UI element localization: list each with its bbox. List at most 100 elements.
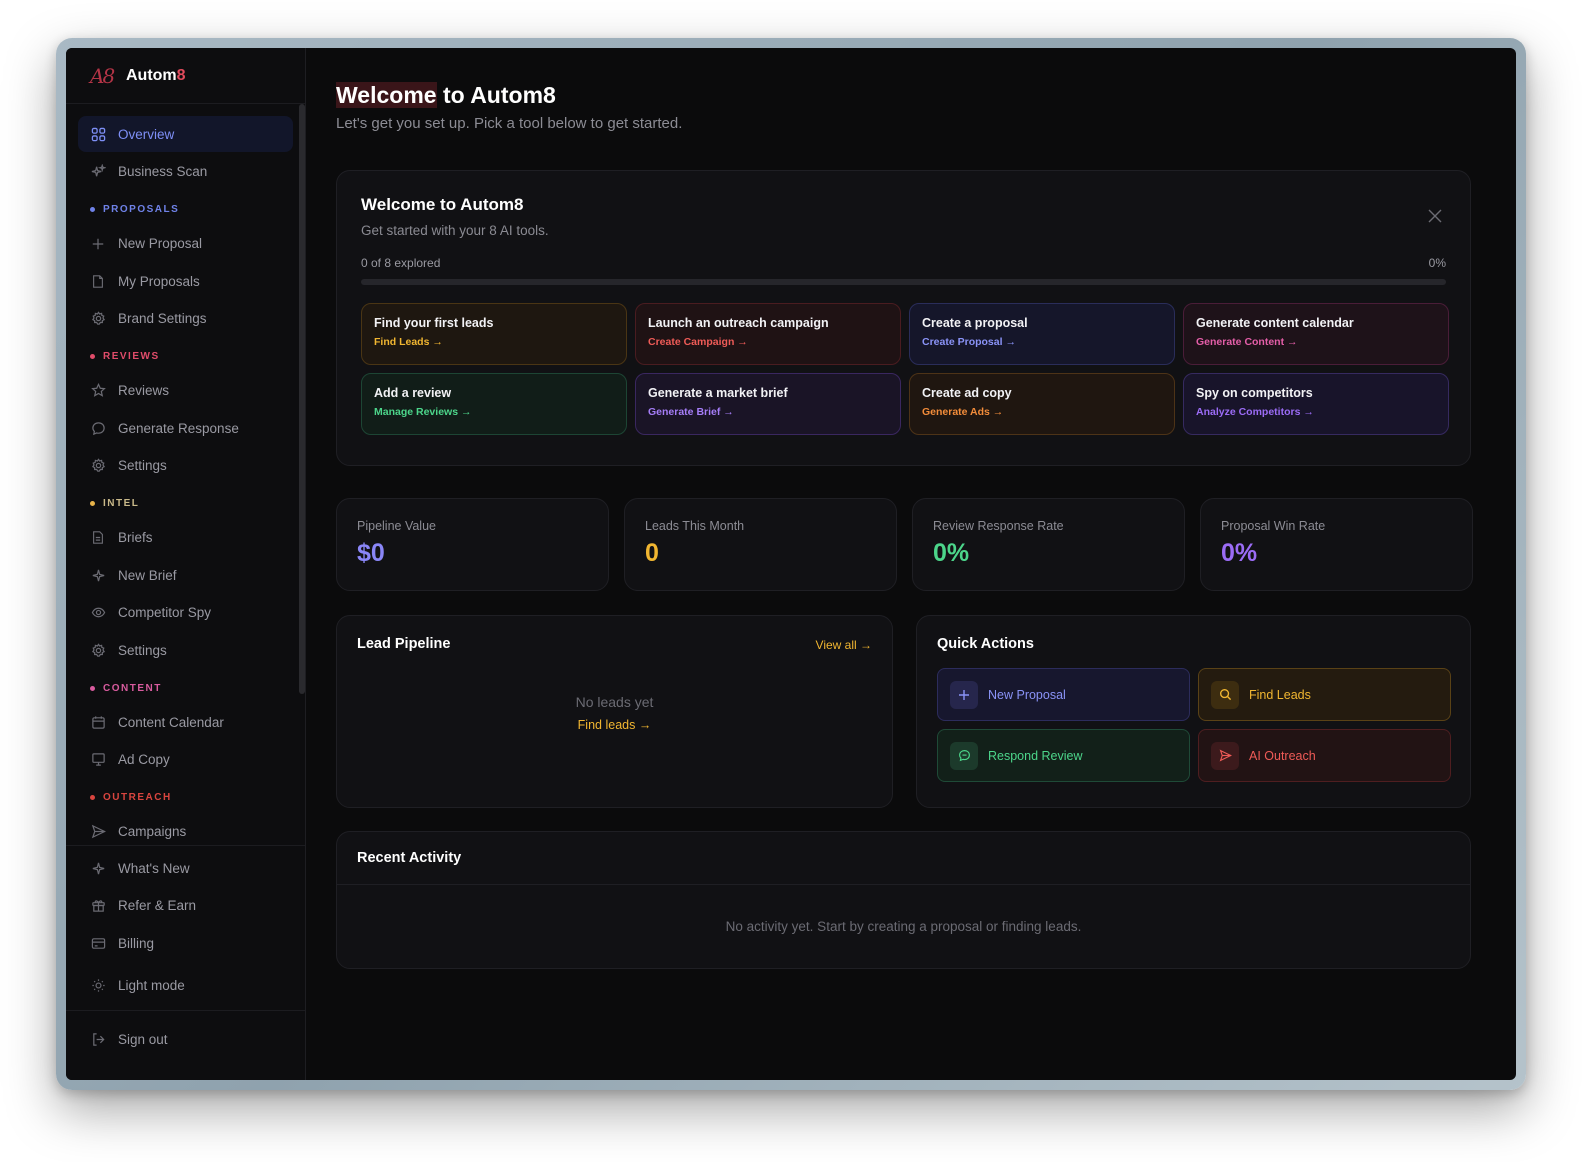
sidebar-item-label: Brand Settings — [118, 311, 207, 326]
tile-content-calendar[interactable]: Generate content calendar Generate Conte… — [1183, 303, 1449, 365]
view-all-link[interactable]: View all → — [816, 638, 872, 652]
section-label-reviews: REVIEWS — [78, 341, 293, 373]
quick-action-label: Respond Review — [988, 748, 1083, 763]
sidebar-item-label: New Brief — [118, 567, 177, 583]
sidebar-item-label: Overview — [118, 126, 175, 142]
tile-market-brief[interactable]: Generate a market brief Generate Brief → — [635, 373, 901, 435]
sidebar-item-label: Refer & Earn — [118, 898, 197, 913]
empty-state-text: No activity yet. Start by creating a pro… — [725, 919, 1082, 934]
sidebar-item-new-brief[interactable]: New Brief — [78, 557, 293, 593]
sidebar-item-label: Settings — [118, 642, 167, 658]
sidebar-item-brand-settings[interactable]: Brand Settings — [78, 301, 293, 337]
quick-action-label: Find Leads — [1249, 687, 1311, 702]
stat-card-leads-this-month: Leads This Month 0 — [624, 498, 897, 591]
sidebar-item-label: Business Scan — [118, 164, 208, 179]
find-leads-link[interactable]: Find leads → — [357, 718, 872, 732]
tile-link[interactable]: Find Leads → — [374, 336, 614, 348]
signout-area: Sign out — [66, 1010, 305, 1059]
main-content: Welcome to Autom8 Let's get you set up. … — [336, 48, 1484, 969]
tile-title: Create a proposal — [922, 316, 1028, 330]
sidebar-item-label: Campaigns — [118, 824, 187, 839]
welcome-title: Welcome to Autom8 — [361, 195, 524, 214]
send-icon — [1211, 741, 1239, 770]
sidebar-item-label: Ad Copy — [118, 752, 170, 767]
tile-title: Generate content calendar — [1196, 316, 1354, 330]
light-mode-toggle[interactable]: Light mode — [78, 967, 293, 1003]
sidebar-item-review-settings[interactable]: Settings — [78, 448, 293, 484]
stat-label: Pipeline Value — [357, 519, 436, 533]
tile-link[interactable]: Analyze Competitors → — [1196, 406, 1436, 418]
chat-bubble-icon — [90, 420, 106, 436]
sparkles-icon — [90, 164, 106, 180]
sidebar-item-billing[interactable]: Billing — [78, 925, 293, 961]
quick-action-new-proposal[interactable]: New Proposal — [937, 668, 1190, 721]
sidebar-scrollbar[interactable] — [299, 104, 305, 694]
close-icon[interactable] — [1428, 207, 1442, 228]
tile-find-leads[interactable]: Find your first leads Find Leads → — [361, 303, 627, 365]
tile-title: Add a review — [374, 386, 452, 400]
logout-icon — [90, 1031, 106, 1047]
sidebar-item-refer-earn[interactable]: Refer & Earn — [78, 888, 293, 924]
sparkle-icon — [90, 567, 106, 583]
sidebar-item-competitor-spy[interactable]: Competitor Spy — [78, 595, 293, 631]
sidebar-item-business-scan[interactable]: Business Scan — [78, 154, 293, 190]
sidebar-item-generate-response[interactable]: Generate Response — [78, 410, 293, 446]
tile-outreach-campaign[interactable]: Launch an outreach campaign Create Campa… — [635, 303, 901, 365]
sidebar-item-content-calendar[interactable]: Content Calendar — [78, 704, 293, 740]
stat-label: Leads This Month — [645, 519, 745, 533]
tile-link[interactable]: Create Proposal → — [922, 336, 1162, 348]
lead-pipeline-panel: Lead Pipeline View all → No leads yet Fi… — [336, 615, 893, 808]
sparkle-icon — [90, 860, 106, 876]
sidebar-item-label: Sign out — [118, 1031, 168, 1047]
section-label-outreach: OUTREACH — [78, 782, 293, 814]
sidebar-item-label: Reviews — [118, 383, 170, 398]
sidebar-item-label: Settings — [118, 458, 167, 473]
sidebar-item-reviews[interactable]: Reviews — [78, 373, 293, 409]
section-label-content: CONTENT — [78, 672, 293, 704]
tile-add-review[interactable]: Add a review Manage Reviews → — [361, 373, 627, 435]
sidebar-item-label: Content Calendar — [118, 714, 224, 730]
sidebar-item-new-proposal[interactable]: New Proposal — [78, 226, 293, 262]
sidebar-item-intel-settings[interactable]: Settings — [78, 632, 293, 668]
gear-icon — [90, 458, 106, 474]
tile-link[interactable]: Manage Reviews → — [374, 406, 614, 418]
brand[interactable]: A8 Autom8 — [66, 48, 305, 104]
star-icon — [90, 383, 106, 399]
stat-card-proposal-win-rate: Proposal Win Rate 0% — [1200, 498, 1473, 591]
sun-icon — [90, 977, 106, 993]
quick-action-find-leads[interactable]: Find Leads — [1198, 668, 1451, 721]
recent-activity-panel: Recent Activity No activity yet. Start b… — [336, 831, 1471, 969]
onboarding-tiles: Find your first leads Find Leads → Launc… — [361, 303, 1449, 435]
sidebar-item-label: Competitor Spy — [118, 605, 212, 620]
sidebar-item-whats-new[interactable]: What's New — [78, 850, 293, 886]
tile-link[interactable]: Generate Content → — [1196, 336, 1436, 348]
sign-out-button[interactable]: Sign out — [78, 1021, 293, 1057]
sidebar-item-label: Generate Response — [118, 420, 239, 436]
sidebar-item-ad-copy[interactable]: Ad Copy — [78, 742, 293, 778]
sidebar-item-label: Billing — [118, 935, 155, 951]
tile-create-proposal[interactable]: Create a proposal Create Proposal → — [909, 303, 1175, 365]
progress-percent: 0% — [1428, 256, 1446, 270]
gear-icon — [90, 311, 106, 327]
welcome-card: Welcome to Autom8 Get started with your … — [336, 170, 1471, 466]
sidebar-item-briefs[interactable]: Briefs — [78, 520, 293, 556]
sidebar-item-overview[interactable]: Overview — [78, 116, 293, 152]
tile-link[interactable]: Generate Brief → — [648, 406, 888, 418]
tile-title: Spy on competitors — [1196, 386, 1313, 400]
sidebar-nav: Overview Business Scan PROPOSALS New Pro… — [66, 104, 305, 863]
plus-icon — [950, 680, 978, 709]
sidebar-item-my-proposals[interactable]: My Proposals — [78, 263, 293, 299]
tile-link[interactable]: Create Campaign → — [648, 336, 888, 348]
sidebar-item-label: What's New — [118, 860, 190, 876]
quick-action-respond-review[interactable]: Respond Review — [937, 729, 1190, 782]
search-icon — [1211, 680, 1239, 709]
tile-spy-competitors[interactable]: Spy on competitors Analyze Competitors → — [1183, 373, 1449, 435]
quick-action-ai-outreach[interactable]: AI Outreach — [1198, 729, 1451, 782]
tile-link[interactable]: Generate Ads → — [922, 406, 1162, 418]
sidebar-item-label: Light mode — [118, 977, 185, 993]
tile-ad-copy[interactable]: Create ad copy Generate Ads → — [909, 373, 1175, 435]
stat-card-review-response-rate: Review Response Rate 0% — [912, 498, 1185, 591]
quick-actions-grid: New Proposal Find Leads Respond Review A… — [937, 668, 1451, 782]
plus-icon — [90, 236, 106, 252]
tile-title: Generate a market brief — [648, 386, 788, 400]
